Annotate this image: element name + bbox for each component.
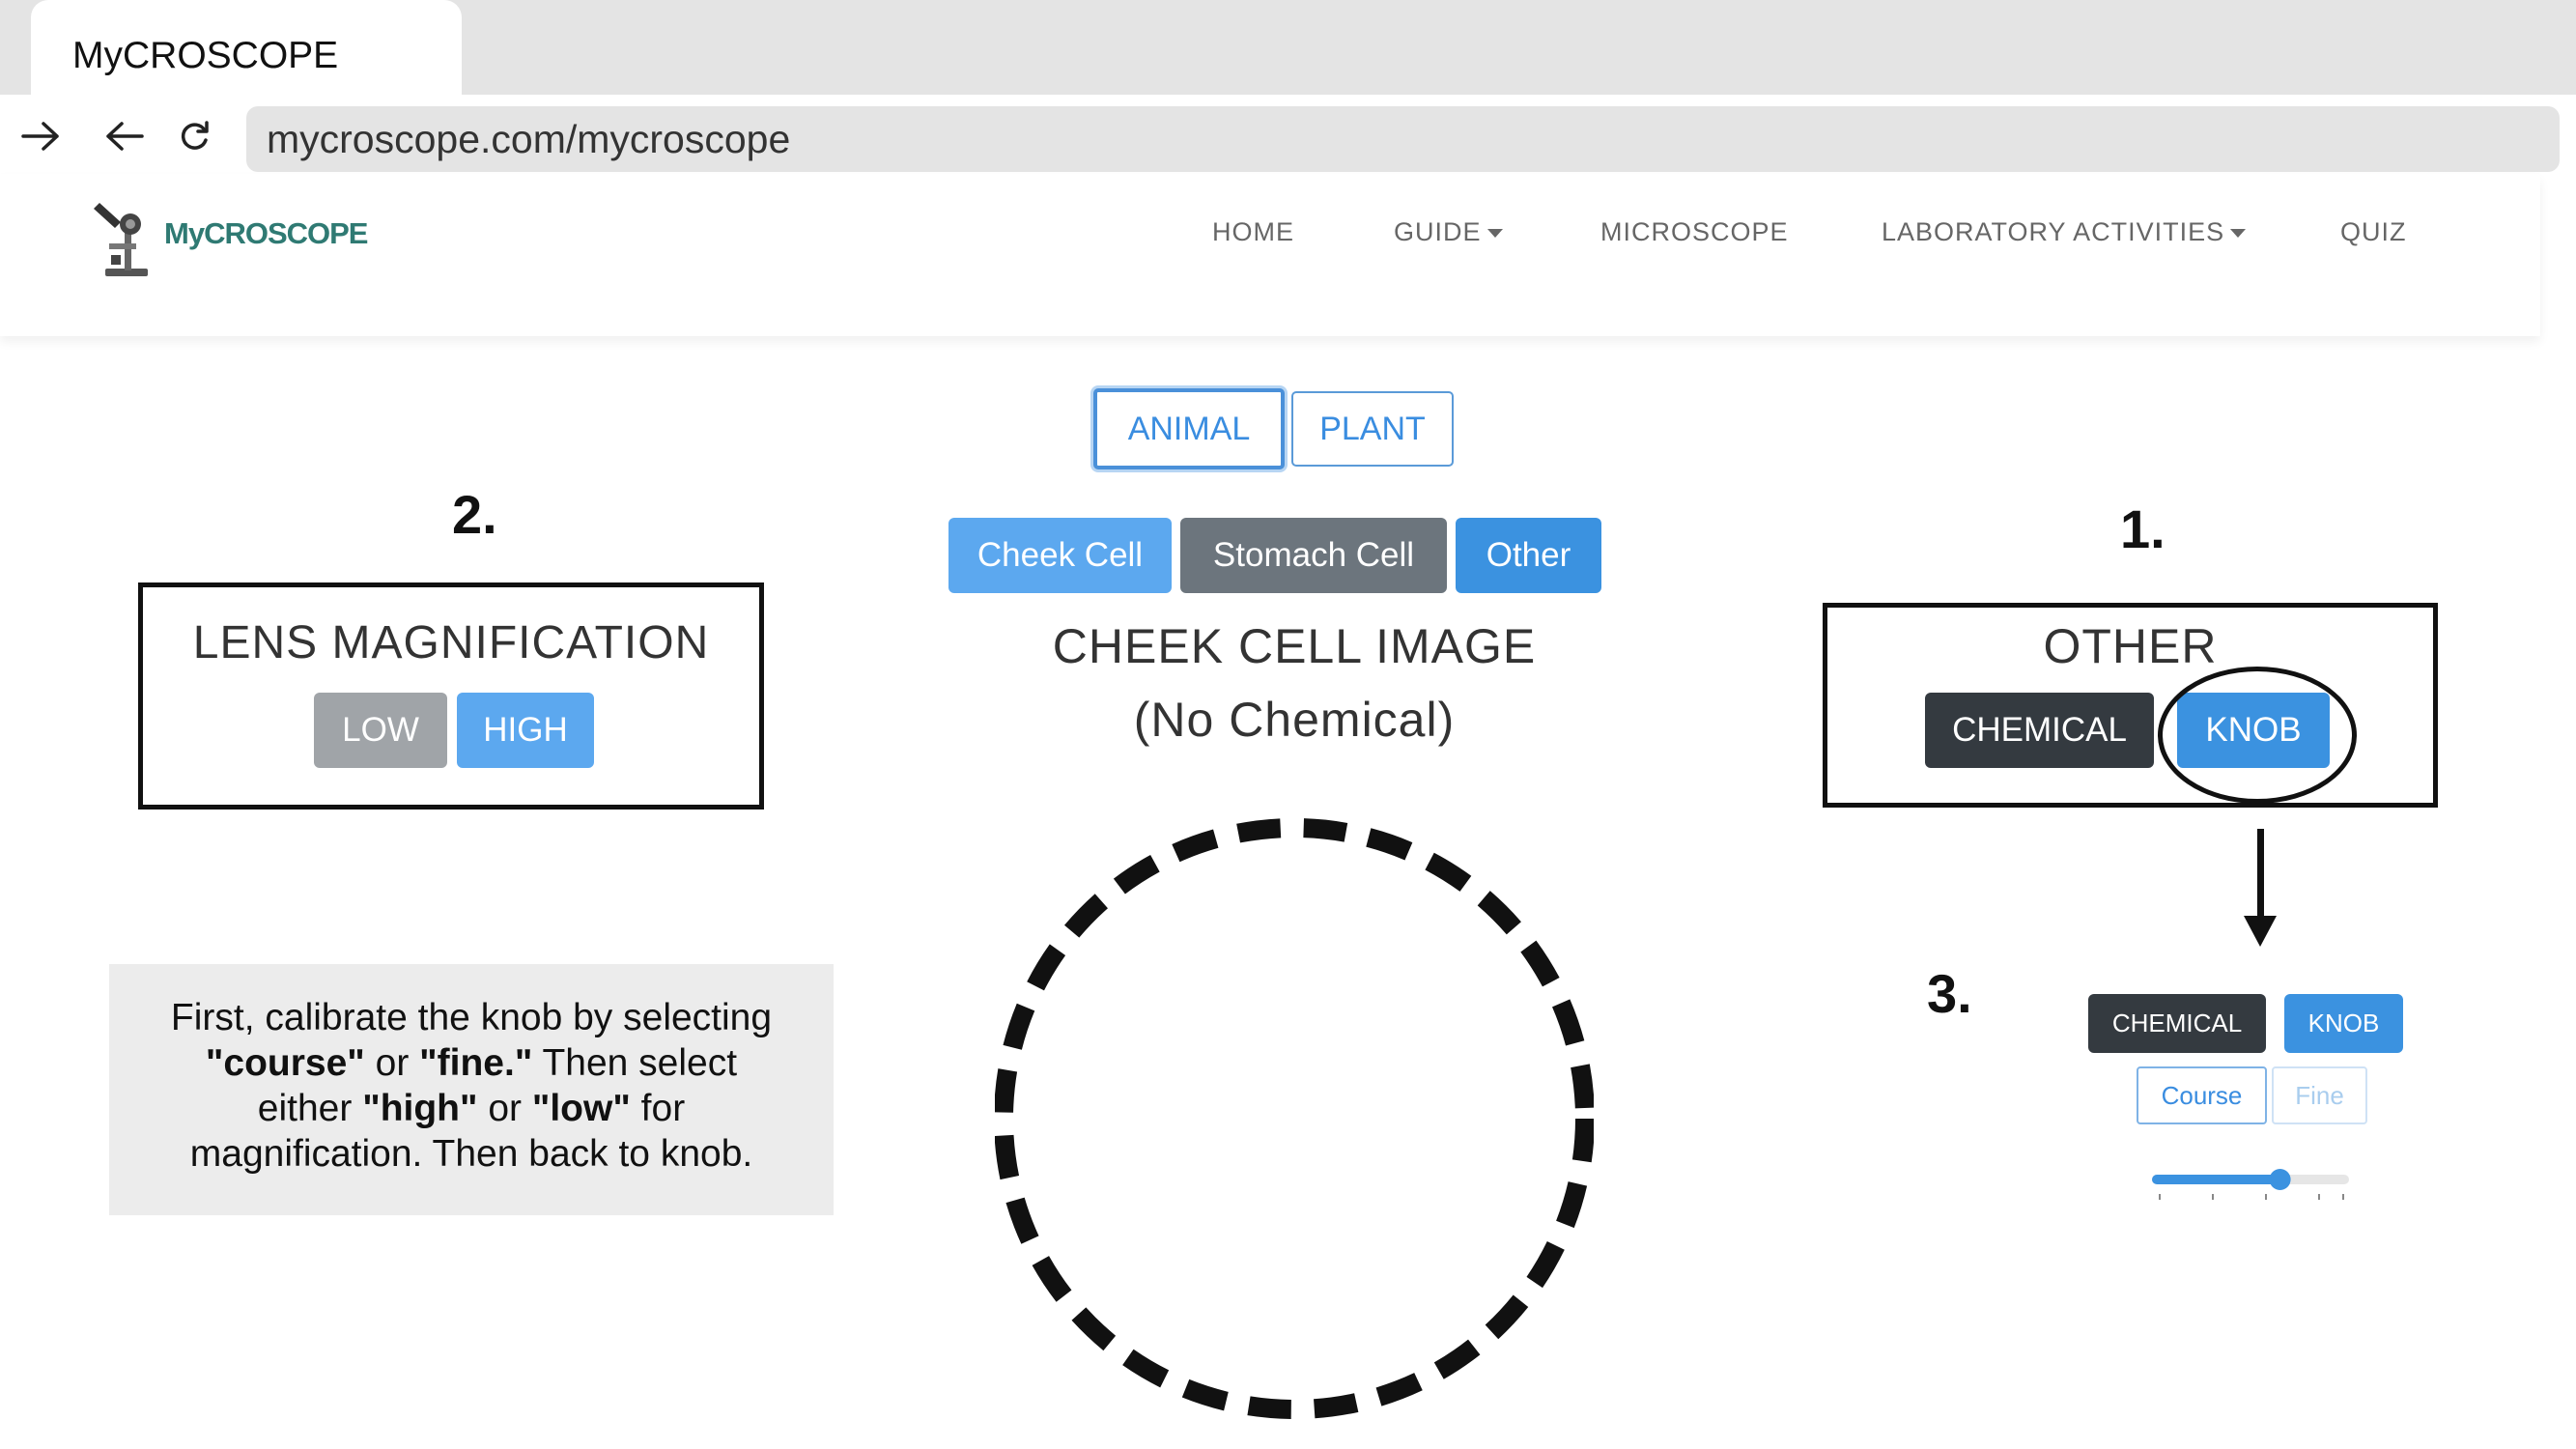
slider-thumb[interactable] xyxy=(2269,1169,2291,1190)
instructions-either: either xyxy=(257,1088,363,1129)
instructions-for: for xyxy=(630,1088,686,1129)
instructions-course: "course" xyxy=(205,1042,365,1084)
logo-text[interactable]: MyCROSCOPE xyxy=(164,216,368,251)
nav-quiz-label: QUIZ xyxy=(2340,217,2407,246)
nav-microscope-label: MICROSCOPE xyxy=(1600,217,1789,246)
forward-arrow-icon[interactable] xyxy=(10,104,73,168)
instructions-fine: "fine." xyxy=(419,1042,533,1084)
knob-highlight-circle xyxy=(2158,667,2357,804)
microscope-lens-view xyxy=(994,816,1595,1425)
instructions-low: "low" xyxy=(531,1088,631,1129)
instructions-or-2: or xyxy=(477,1088,532,1129)
lens-magnification-title: LENS MAGNIFICATION xyxy=(192,617,710,668)
caret-down-icon xyxy=(1486,229,1503,239)
caret-down-icon xyxy=(2230,229,2247,239)
reload-icon[interactable] xyxy=(162,104,226,168)
nav-lab-label: LABORATORY ACTIVITIES xyxy=(1882,217,2225,246)
high-button[interactable]: HIGH xyxy=(457,693,594,768)
instructions-text: First, calibrate the knob by selecting "… xyxy=(109,995,834,1177)
back-arrow-icon[interactable] xyxy=(92,104,156,168)
site-navbar xyxy=(0,174,2540,336)
nav-home[interactable]: HOME xyxy=(1212,217,1294,247)
other-cell-button[interactable]: Other xyxy=(1456,518,1601,593)
instructions-high: "high" xyxy=(362,1088,478,1129)
course-button[interactable]: Course xyxy=(2137,1066,2267,1124)
instructions-then-select: Then select xyxy=(532,1042,738,1084)
step-1-label: 1. xyxy=(2120,498,2166,559)
focus-knob-slider[interactable] xyxy=(2144,1159,2357,1208)
nav-laboratory-activities[interactable]: LABORATORY ACTIVITIES xyxy=(1882,217,2247,247)
url-text[interactable]: mycroscope.com/mycroscope xyxy=(267,112,790,166)
chemical-button[interactable]: CHEMICAL xyxy=(1925,693,2154,768)
fine-button[interactable]: Fine xyxy=(2272,1066,2367,1124)
tab-title: MyCROSCOPE xyxy=(72,35,339,76)
animal-button[interactable]: ANIMAL xyxy=(1093,388,1285,469)
instructions-line-4: magnification. Then back to knob. xyxy=(189,1133,753,1175)
nav-microscope[interactable]: MICROSCOPE xyxy=(1600,217,1789,247)
low-button[interactable]: LOW xyxy=(314,693,447,768)
down-arrow-icon xyxy=(2241,829,2279,950)
microscope-logo-icon[interactable] xyxy=(92,193,159,280)
step-3-label: 3. xyxy=(1927,963,1972,1024)
image-title: CHEEK CELL IMAGE xyxy=(1052,619,1537,673)
plant-button[interactable]: PLANT xyxy=(1291,391,1454,467)
nav-guide-label: GUIDE xyxy=(1394,217,1482,246)
slider-ticks xyxy=(2159,1194,2344,1200)
nav-guide[interactable]: GUIDE xyxy=(1394,217,1503,247)
instructions-or-1: or xyxy=(364,1042,420,1084)
cheek-cell-button[interactable]: Cheek Cell xyxy=(948,518,1172,593)
nav-home-label: HOME xyxy=(1212,217,1294,246)
knob-panel-chemical-button[interactable]: CHEMICAL xyxy=(2088,994,2266,1053)
knob-panel-knob-button[interactable]: KNOB xyxy=(2284,994,2403,1053)
nav-quiz[interactable]: QUIZ xyxy=(2340,217,2407,247)
other-title: OTHER xyxy=(2043,619,2218,673)
instructions-line-1: First, calibrate the knob by selecting xyxy=(170,997,773,1038)
stomach-cell-button[interactable]: Stomach Cell xyxy=(1180,518,1447,593)
step-2-label: 2. xyxy=(452,484,497,545)
image-subtitle: (No Chemical) xyxy=(1133,693,1456,747)
slider-fill xyxy=(2152,1175,2280,1184)
